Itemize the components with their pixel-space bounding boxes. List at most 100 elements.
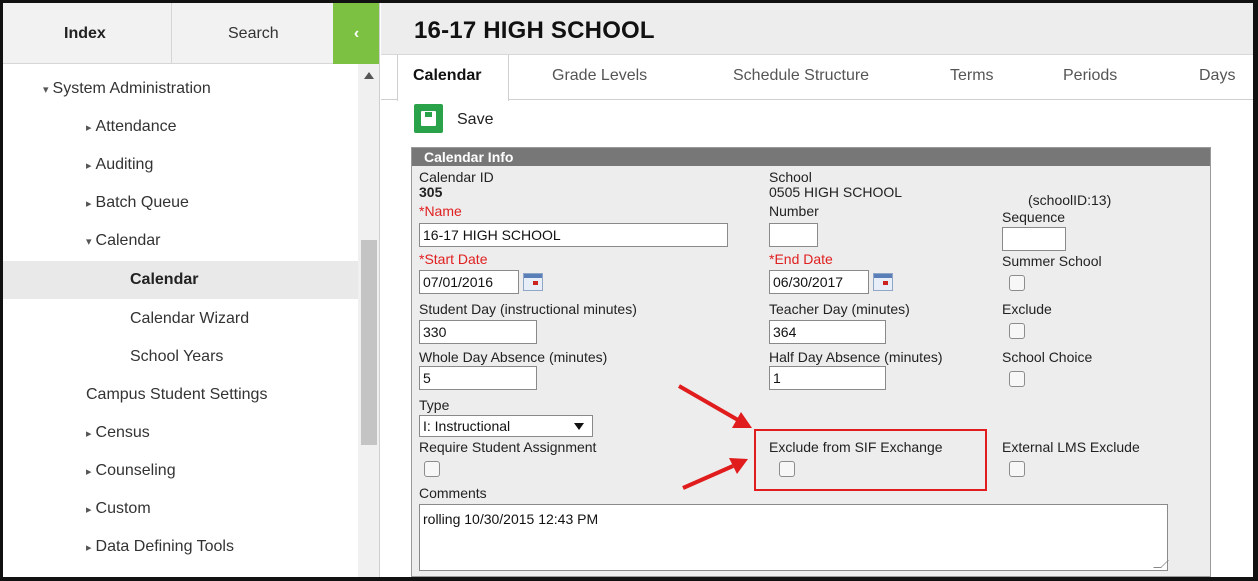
school-id-value: (schoolID:13)	[1028, 192, 1112, 208]
tab-calendar[interactable]: Calendar	[397, 55, 509, 101]
summer-school-label: Summer School	[1002, 253, 1102, 269]
caret-right-icon: ▸	[86, 466, 92, 478]
teacher-day-input[interactable]: 364	[769, 320, 886, 344]
student-day-input[interactable]: 330	[419, 320, 537, 344]
tree-item-label: Census	[95, 424, 150, 441]
comments-textarea[interactable]: rolling 10/30/2015 12:43 PM	[419, 504, 1169, 571]
tree-item-calendar-folder[interactable]: ▾ Calendar	[3, 222, 358, 260]
start-date-input[interactable]: 07/01/2016	[419, 270, 519, 294]
tab-days[interactable]: Days	[1199, 55, 1235, 100]
dropdown-arrow-icon	[574, 423, 584, 430]
sequence-input[interactable]	[1002, 227, 1066, 251]
tree-item-school-years[interactable]: School Years	[3, 338, 358, 376]
tree-item-label: Calendar	[95, 232, 161, 249]
tree-item-label: Counseling	[95, 462, 176, 479]
tab-periods[interactable]: Periods	[1063, 55, 1117, 100]
number-label: Number	[769, 203, 819, 219]
sequence-label: Sequence	[1002, 209, 1066, 225]
half-day-absence-input[interactable]: 1	[769, 366, 886, 390]
tab-index[interactable]: Index	[3, 3, 172, 64]
end-date-label: *End Date	[769, 251, 833, 267]
navigation-panel: Index Search ‹ ▾ System Administration ▸ A…	[3, 3, 380, 577]
resize-grip-icon[interactable]	[1153, 560, 1169, 568]
whole-day-absence-input[interactable]: 5	[419, 366, 537, 390]
title-bar: 16-17 HIGH SCHOOL	[381, 3, 1253, 55]
tree-item-label: Campus Student Settings	[86, 386, 268, 403]
calendar-picker-icon[interactable]	[523, 273, 543, 291]
scroll-up-arrow-icon[interactable]	[364, 72, 374, 79]
tree-item-label: Batch Queue	[95, 194, 189, 211]
half-day-absence-label: Half Day Absence (minutes)	[769, 349, 943, 365]
caret-down-icon: ▾	[86, 236, 92, 248]
main-content: 16-17 HIGH SCHOOL Calendar Grade Levels …	[381, 3, 1253, 577]
collapse-panel-button[interactable]: ‹	[333, 3, 379, 64]
external-lms-exclude-checkbox[interactable]	[1009, 461, 1025, 477]
tree-item-batch-queue[interactable]: ▸ Batch Queue	[3, 184, 358, 222]
tree-item-label: Data Defining Tools	[95, 538, 234, 555]
tree-item-census[interactable]: ▸ Census	[3, 414, 358, 452]
tree-item-label: Custom	[95, 500, 151, 517]
save-button[interactable]: Save	[457, 111, 493, 129]
tree-item-custom[interactable]: ▸ Custom	[3, 490, 358, 528]
tree-item-calendar[interactable]: Calendar	[3, 261, 358, 299]
caret-down-icon: ▾	[43, 84, 49, 96]
exclude-checkbox[interactable]	[1009, 323, 1025, 339]
tree-item-calendar-wizard[interactable]: Calendar Wizard	[3, 300, 358, 338]
tree-item-campus-student-settings[interactable]: Campus Student Settings	[3, 376, 358, 414]
summer-school-checkbox[interactable]	[1009, 275, 1025, 291]
annotation-highlight-box	[754, 429, 987, 491]
caret-right-icon: ▸	[86, 122, 92, 134]
scroll-thumb[interactable]	[361, 240, 377, 445]
school-choice-label: School Choice	[1002, 349, 1093, 365]
calendar-info-section: Calendar Info Calendar ID 305 *Name 16-1…	[411, 147, 1211, 577]
tab-schedule-structure[interactable]: Schedule Structure	[733, 55, 869, 100]
caret-right-icon: ▸	[86, 428, 92, 440]
external-lms-exclude-label: External LMS Exclude	[1002, 439, 1140, 455]
tree-item-counseling[interactable]: ▸ Counseling	[3, 452, 358, 490]
comments-label: Comments	[419, 485, 487, 501]
calendar-tabs: Calendar Grade Levels Schedule Structure…	[381, 55, 1253, 101]
end-date-input[interactable]: 06/30/2017	[769, 270, 869, 294]
comments-value: rolling 10/30/2015 12:43 PM	[423, 511, 599, 527]
calendar-id-label: Calendar ID	[419, 169, 494, 185]
school-label: School	[769, 169, 812, 185]
school-choice-checkbox[interactable]	[1009, 371, 1025, 387]
teacher-day-label: Teacher Day (minutes)	[769, 301, 910, 317]
number-input[interactable]	[769, 223, 818, 247]
start-date-label: *Start Date	[419, 251, 488, 267]
tree-item-auditing[interactable]: ▸ Auditing	[3, 146, 358, 184]
name-input[interactable]: 16-17 HIGH SCHOOL	[419, 223, 728, 247]
tab-grade-levels[interactable]: Grade Levels	[552, 55, 647, 100]
name-label: *Name	[419, 203, 462, 219]
require-student-assignment-label: Require Student Assignment	[419, 439, 597, 455]
tab-terms[interactable]: Terms	[950, 55, 994, 100]
student-day-label: Student Day (instructional minutes)	[419, 301, 637, 317]
section-header: Calendar Info	[412, 148, 1210, 166]
tree-item-label: Calendar	[130, 271, 199, 288]
type-select[interactable]: I: Instructional	[419, 415, 593, 437]
tree-item-system-administration[interactable]: ▾ System Administration	[3, 70, 358, 108]
exclude-label: Exclude	[1002, 301, 1052, 317]
tree-item-data-defining-tools[interactable]: ▸ Data Defining Tools	[3, 528, 358, 566]
page-title: 16-17 HIGH SCHOOL	[414, 17, 655, 44]
school-value: 0505 HIGH SCHOOL	[769, 184, 903, 200]
whole-day-absence-label: Whole Day Absence (minutes)	[419, 349, 608, 365]
caret-right-icon: ▸	[86, 160, 92, 172]
caret-right-icon: ▸	[86, 542, 92, 554]
type-label: Type	[419, 397, 450, 413]
require-student-assignment-checkbox[interactable]	[424, 461, 440, 477]
tree-item-label: Attendance	[95, 118, 177, 135]
caret-right-icon: ▸	[86, 504, 92, 516]
tree-item-attendance[interactable]: ▸ Attendance	[3, 108, 358, 146]
tree-item-label: Calendar Wizard	[130, 310, 250, 327]
tree-scrollbar[interactable]	[358, 64, 379, 577]
calendar-id-value: 305	[419, 184, 443, 200]
calendar-picker-icon[interactable]	[873, 273, 893, 291]
type-selected-value: I: Instructional	[423, 418, 511, 434]
tab-search[interactable]: Search	[172, 3, 333, 64]
tree-item-label: School Years	[130, 348, 224, 365]
tree-item-label: Auditing	[95, 156, 154, 173]
tree-item-label: System Administration	[52, 80, 211, 97]
caret-right-icon: ▸	[86, 198, 92, 210]
save-icon[interactable]	[414, 104, 443, 133]
